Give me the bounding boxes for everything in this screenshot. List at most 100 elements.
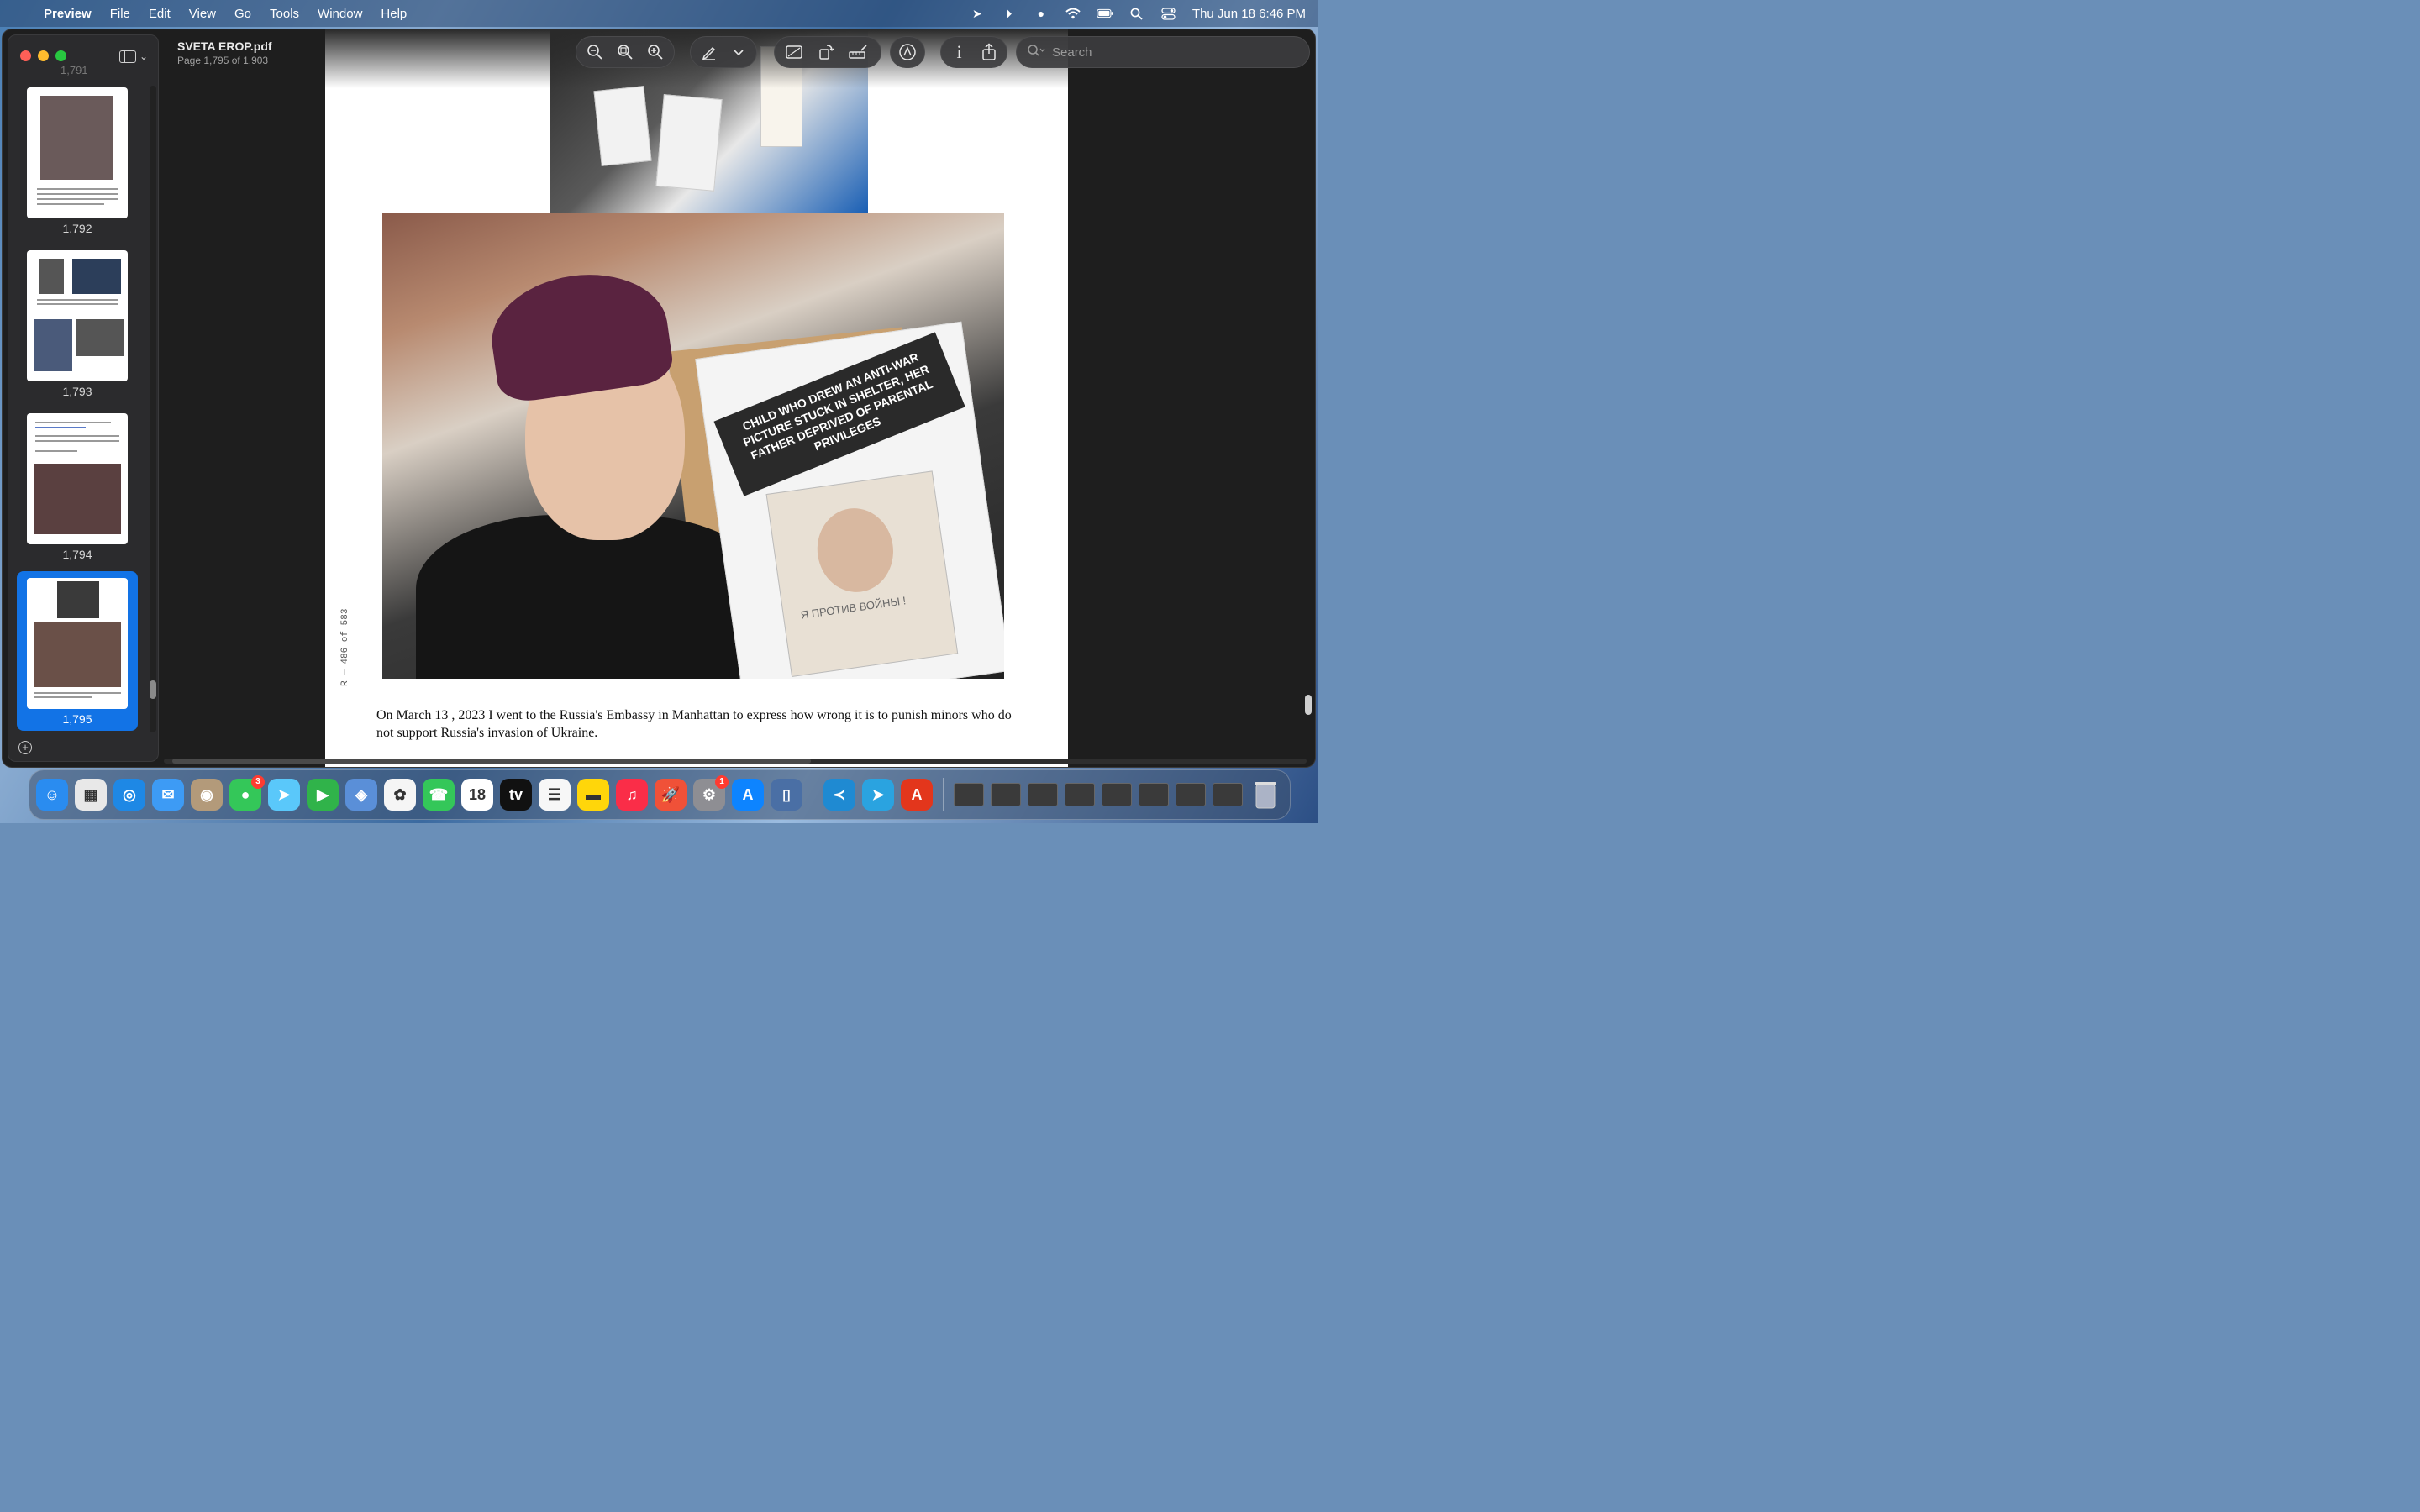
dock-app-music[interactable]: ♫	[616, 779, 648, 811]
highlight-menu-button[interactable]	[725, 39, 751, 65]
control-center-icon[interactable]	[1160, 7, 1177, 20]
dock-app-maps[interactable]: ➤	[268, 779, 300, 811]
dock-app-notes[interactable]: ▬	[577, 779, 609, 811]
markup-toolbar-button[interactable]	[844, 39, 872, 65]
markup-controls	[690, 36, 757, 68]
dock-minimized-window[interactable]	[1213, 783, 1243, 806]
dock-app-app-store[interactable]: A	[732, 779, 764, 811]
add-page-button[interactable]: +	[18, 741, 32, 754]
battery-icon[interactable]	[1097, 7, 1113, 20]
system-settings-icon: ⚙	[702, 785, 717, 803]
menu-help[interactable]: Help	[381, 7, 407, 21]
photo-protest-selfie: CHILD WHO DREW AN ANTI-WAR PICTURE STUCK…	[382, 213, 1004, 679]
sidebar-scrollbar[interactable]	[150, 86, 156, 732]
minimize-button[interactable]	[38, 50, 49, 61]
dock-trash[interactable]	[1249, 779, 1281, 811]
dock-app-rocket[interactable]: 🚀	[655, 779, 687, 811]
page-thumbnail	[27, 578, 128, 709]
menu-file[interactable]: File	[110, 7, 130, 21]
dock-minimized-window[interactable]	[1176, 783, 1206, 806]
dock-separator	[943, 778, 944, 811]
dock-app-acrobat[interactable]: A	[901, 779, 933, 811]
thumbnail-label: 1,794	[62, 548, 92, 561]
annotate-button[interactable]	[893, 39, 922, 65]
menu-go[interactable]: Go	[234, 7, 251, 21]
crop-button[interactable]	[780, 39, 808, 65]
dock-app-messages[interactable]: ● 3	[229, 775, 265, 811]
thumbnail-page-1794[interactable]: 1,794	[17, 413, 138, 561]
search-icon	[1027, 44, 1045, 60]
zoom-out-button[interactable]	[581, 39, 608, 65]
dock-minimized-window[interactable]	[1065, 783, 1095, 806]
search-input[interactable]	[1052, 45, 1287, 60]
sidebar-icon	[119, 50, 136, 63]
dock-minimized-window[interactable]	[1139, 783, 1169, 806]
vertical-scrollbar-knob[interactable]	[1305, 695, 1312, 715]
dock-app-system-settings[interactable]: ⚙ 1	[693, 775, 729, 811]
share-button[interactable]	[976, 39, 1002, 65]
menu-clock[interactable]: Thu Jun 18 6:46 PM	[1192, 7, 1306, 21]
dock-app-tv[interactable]: tv	[500, 779, 532, 811]
play-circle-icon[interactable]: ⏵	[1001, 7, 1018, 20]
contacts-icon: ◉	[200, 785, 213, 803]
menu-window[interactable]: Window	[318, 7, 362, 21]
zoom-in-button[interactable]	[642, 39, 669, 65]
dock-app-launchpad[interactable]: ▦	[75, 779, 107, 811]
thumbnail-page-1792[interactable]: 1,792	[17, 87, 138, 235]
dock-app-phone[interactable]: ☎	[423, 779, 455, 811]
dock-app-mail[interactable]: ✉	[152, 779, 184, 811]
pdf-page: CHILD WHO DREW AN ANTI-WAR PICTURE STUCK…	[325, 29, 1068, 767]
calendar-icon: 18	[468, 785, 487, 803]
girl-portrait	[812, 503, 899, 597]
dock-app-facetime[interactable]: ▶	[307, 779, 339, 811]
menu-view[interactable]: View	[189, 7, 216, 21]
dock-minimized-window[interactable]	[954, 783, 984, 806]
phone-icon: ☎	[429, 785, 449, 803]
scrollbar-knob[interactable]	[172, 759, 811, 764]
dock-app-telegram[interactable]: ➤	[862, 779, 894, 811]
user-icon[interactable]: ●	[1033, 7, 1050, 20]
facetime-icon: ▶	[317, 785, 329, 803]
zoom-fit-button[interactable]	[612, 39, 639, 65]
page-thumbnail	[27, 250, 128, 381]
dock-app-reminders[interactable]: ☰	[539, 779, 571, 811]
search-field[interactable]	[1016, 36, 1310, 68]
horizontal-scrollbar[interactable]	[164, 759, 1307, 764]
dock-app-finder[interactable]: ☺	[36, 779, 68, 811]
finder-icon: ☺	[44, 785, 60, 803]
zoom-button[interactable]	[55, 50, 66, 61]
close-button[interactable]	[20, 50, 31, 61]
messages-icon: ●	[240, 785, 250, 803]
search-icon[interactable]	[1128, 7, 1145, 20]
menu-app-name[interactable]: Preview	[44, 7, 92, 21]
page-thumbnail	[27, 87, 128, 218]
maps-icon: ➤	[277, 785, 291, 803]
dock-app-contacts[interactable]: ◉	[191, 779, 223, 811]
dock-app-simulator[interactable]: ▯	[771, 779, 802, 811]
menu-bar: Preview File Edit View Go Tools Window H…	[0, 0, 1318, 27]
dock-app-calendar[interactable]: 18	[461, 779, 493, 811]
wifi-icon[interactable]	[1065, 7, 1081, 20]
dock-minimized-window[interactable]	[1102, 783, 1132, 806]
dock-app-preview[interactable]: ◈	[345, 779, 377, 811]
notification-badge: 3	[251, 775, 265, 789]
dock-app-safari[interactable]: ◎	[113, 779, 145, 811]
scrollbar-knob[interactable]	[150, 680, 156, 699]
dock-app-photos[interactable]: ✿	[384, 779, 416, 811]
thumbnail-page-1795[interactable]: 1,795	[17, 571, 138, 731]
dock-app-vs-code[interactable]: ≺	[823, 779, 855, 811]
highlight-button[interactable]	[696, 39, 722, 65]
thumbnail-page-1793[interactable]: 1,793	[17, 250, 138, 398]
telegram-icon: ➤	[871, 785, 885, 803]
page-thumbnail	[27, 413, 128, 544]
info-button[interactable]: i	[946, 39, 972, 65]
dock-minimized-window[interactable]	[991, 783, 1021, 806]
sidebar-toggle-button[interactable]: ⌄	[119, 47, 153, 66]
page-side-note: R — 486 of 583	[340, 608, 350, 686]
rotate-button[interactable]	[812, 39, 840, 65]
menu-edit[interactable]: Edit	[149, 7, 171, 21]
ruler-pen-icon	[849, 45, 867, 59]
location-icon[interactable]: ➤	[969, 7, 986, 20]
menu-tools[interactable]: Tools	[270, 7, 299, 21]
dock-minimized-window[interactable]	[1028, 783, 1058, 806]
